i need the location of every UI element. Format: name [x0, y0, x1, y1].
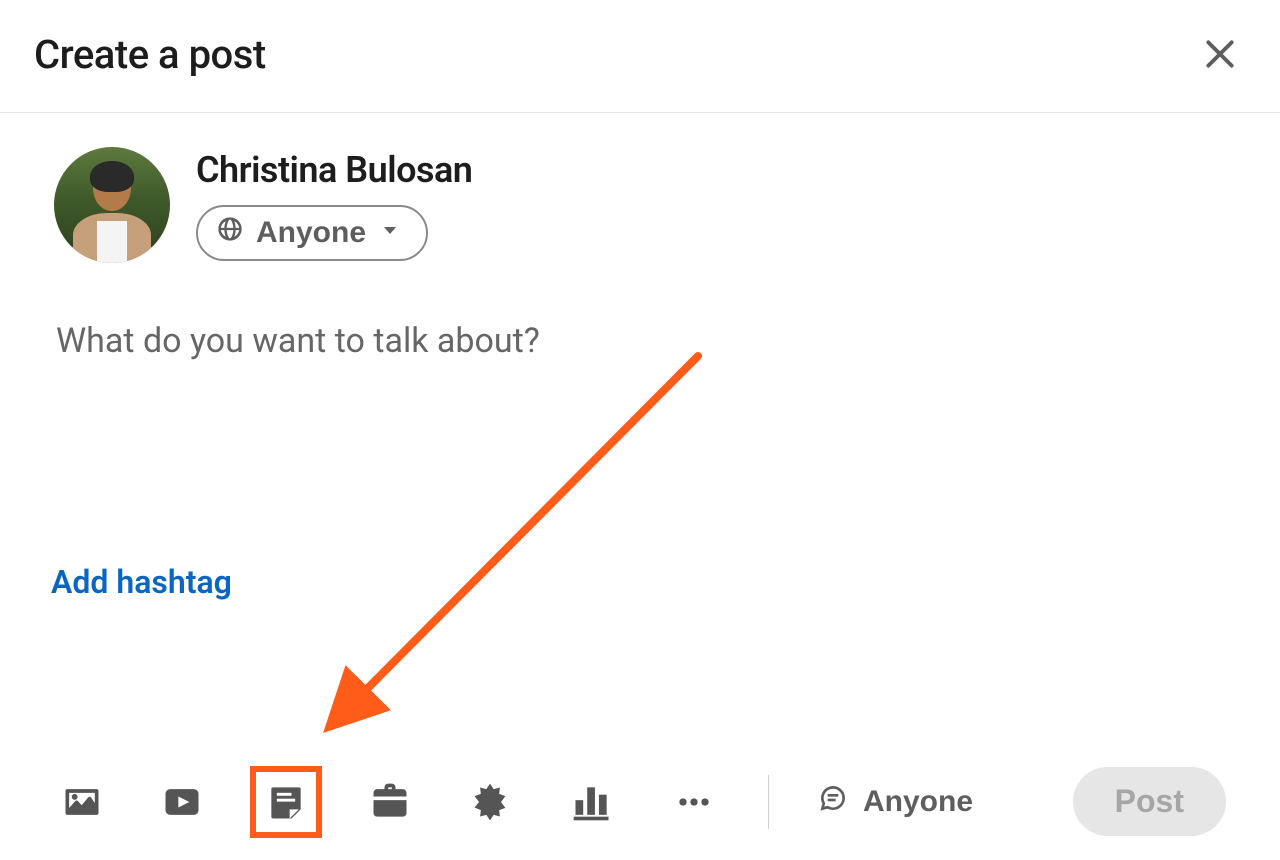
- celebrate-button[interactable]: [462, 774, 518, 830]
- add-document-button[interactable]: [254, 770, 318, 834]
- modal-header: Create a post: [0, 0, 1280, 113]
- audience-selector[interactable]: Anyone: [196, 205, 428, 261]
- video-icon: [160, 780, 204, 824]
- author-row: Christina Bulosan Anyone: [0, 113, 1280, 263]
- audience-label: Anyone: [256, 216, 366, 250]
- close-button[interactable]: [1194, 28, 1246, 80]
- comment-icon: [817, 782, 849, 822]
- starburst-icon: [468, 780, 512, 824]
- document-icon: [264, 780, 308, 824]
- add-job-button[interactable]: [362, 774, 418, 830]
- close-icon: [1200, 34, 1240, 74]
- comment-scope-button[interactable]: Anyone: [811, 781, 979, 823]
- create-poll-button[interactable]: [562, 774, 622, 830]
- modal-title: Create a post: [34, 31, 266, 78]
- photo-icon: [60, 780, 104, 824]
- toolbar: Anyone Post: [0, 767, 1280, 836]
- tool-group: [54, 770, 722, 834]
- add-video-button[interactable]: [154, 774, 210, 830]
- add-photo-button[interactable]: [54, 774, 110, 830]
- poll-icon: [568, 780, 616, 824]
- briefcase-icon: [368, 780, 412, 824]
- author-meta: Christina Bulosan Anyone: [196, 149, 472, 261]
- add-hashtag-link[interactable]: Add hashtag: [51, 563, 232, 601]
- more-tools-button[interactable]: [666, 774, 722, 830]
- globe-icon: [216, 215, 244, 251]
- ellipsis-icon: [672, 780, 716, 824]
- comment-scope-label: Anyone: [863, 785, 973, 819]
- post-button[interactable]: Post: [1073, 767, 1226, 836]
- post-textarea[interactable]: [54, 319, 1226, 559]
- avatar[interactable]: [54, 147, 170, 263]
- caret-down-icon: [378, 216, 402, 250]
- author-name: Christina Bulosan: [196, 149, 472, 191]
- toolbar-divider: [768, 775, 769, 829]
- composer: [0, 263, 1280, 563]
